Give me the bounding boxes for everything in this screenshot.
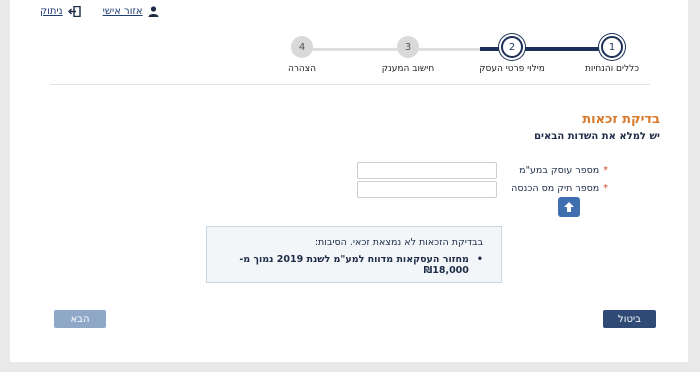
personal-area-label: אזור אישי — [102, 6, 143, 17]
logout-link[interactable]: ניתוק — [40, 6, 81, 17]
eligibility-notice: בבדיקת הזכאות לא נמצאת זכאי. הסיבות: • מ… — [206, 226, 502, 283]
progress-stepper: 4 הצהרה 3 חישוב המענק 2 מילוי פרטי העסק … — [280, 36, 640, 86]
step-3: 3 חישוב המענק — [360, 36, 456, 74]
income-tax-file-input[interactable] — [357, 181, 497, 198]
bullet: • — [476, 254, 483, 265]
step-1: 1 כללים והנחיות — [564, 36, 660, 74]
vat-number-label: *מספר עוסק במע"מ — [519, 165, 608, 176]
notice-reason-item: • מחזור העסקאות מדווח למע"מ לשנת 2019 נמ… — [217, 254, 483, 276]
user-icon — [148, 6, 159, 17]
vat-number-input[interactable] — [357, 162, 497, 179]
section-divider — [50, 84, 650, 85]
page-title: בדיקת זכאות — [582, 112, 660, 127]
form-instructions: יש למלא את השדות הבאים — [534, 131, 660, 142]
required-mark: * — [603, 183, 608, 194]
step-2-circle: 2 — [501, 36, 523, 58]
step-2-label: מילוי פרטי העסק — [479, 64, 545, 74]
top-user-bar: ניתוק אזור אישי — [40, 6, 159, 17]
step-4-label: הצהרה — [287, 64, 317, 74]
upload-button[interactable] — [558, 197, 580, 217]
cancel-button[interactable]: ביטול — [603, 310, 656, 328]
notice-reason-text: מחזור העסקאות מדווח למע"מ לשנת 2019 נמוך… — [239, 254, 469, 276]
required-mark: * — [603, 165, 608, 176]
income-tax-file-label: *מספר תיק מס הכנסה — [511, 183, 608, 194]
personal-area-link[interactable]: אזור אישי — [103, 6, 159, 17]
step-3-circle: 3 — [397, 36, 419, 58]
logout-icon — [67, 6, 81, 17]
step-2: 2 מילוי פרטי העסק — [464, 36, 560, 74]
next-button[interactable]: הבא — [54, 310, 106, 328]
step-3-label: חישוב המענק — [381, 64, 435, 74]
step-4-circle: 4 — [291, 36, 313, 58]
step-1-circle: 1 — [601, 36, 623, 58]
step-1-label: כללים והנחיות — [584, 64, 640, 74]
logout-label: ניתוק — [40, 6, 63, 17]
page-frame: ניתוק אזור אישי 4 הצהרה 3 חישוב המענק 2 — [10, 0, 688, 362]
step-4: 4 הצהרה — [254, 36, 350, 74]
upload-arrow-icon — [564, 202, 574, 212]
notice-title: בבדיקת הזכאות לא נמצאת זכאי. הסיבות: — [314, 237, 483, 248]
